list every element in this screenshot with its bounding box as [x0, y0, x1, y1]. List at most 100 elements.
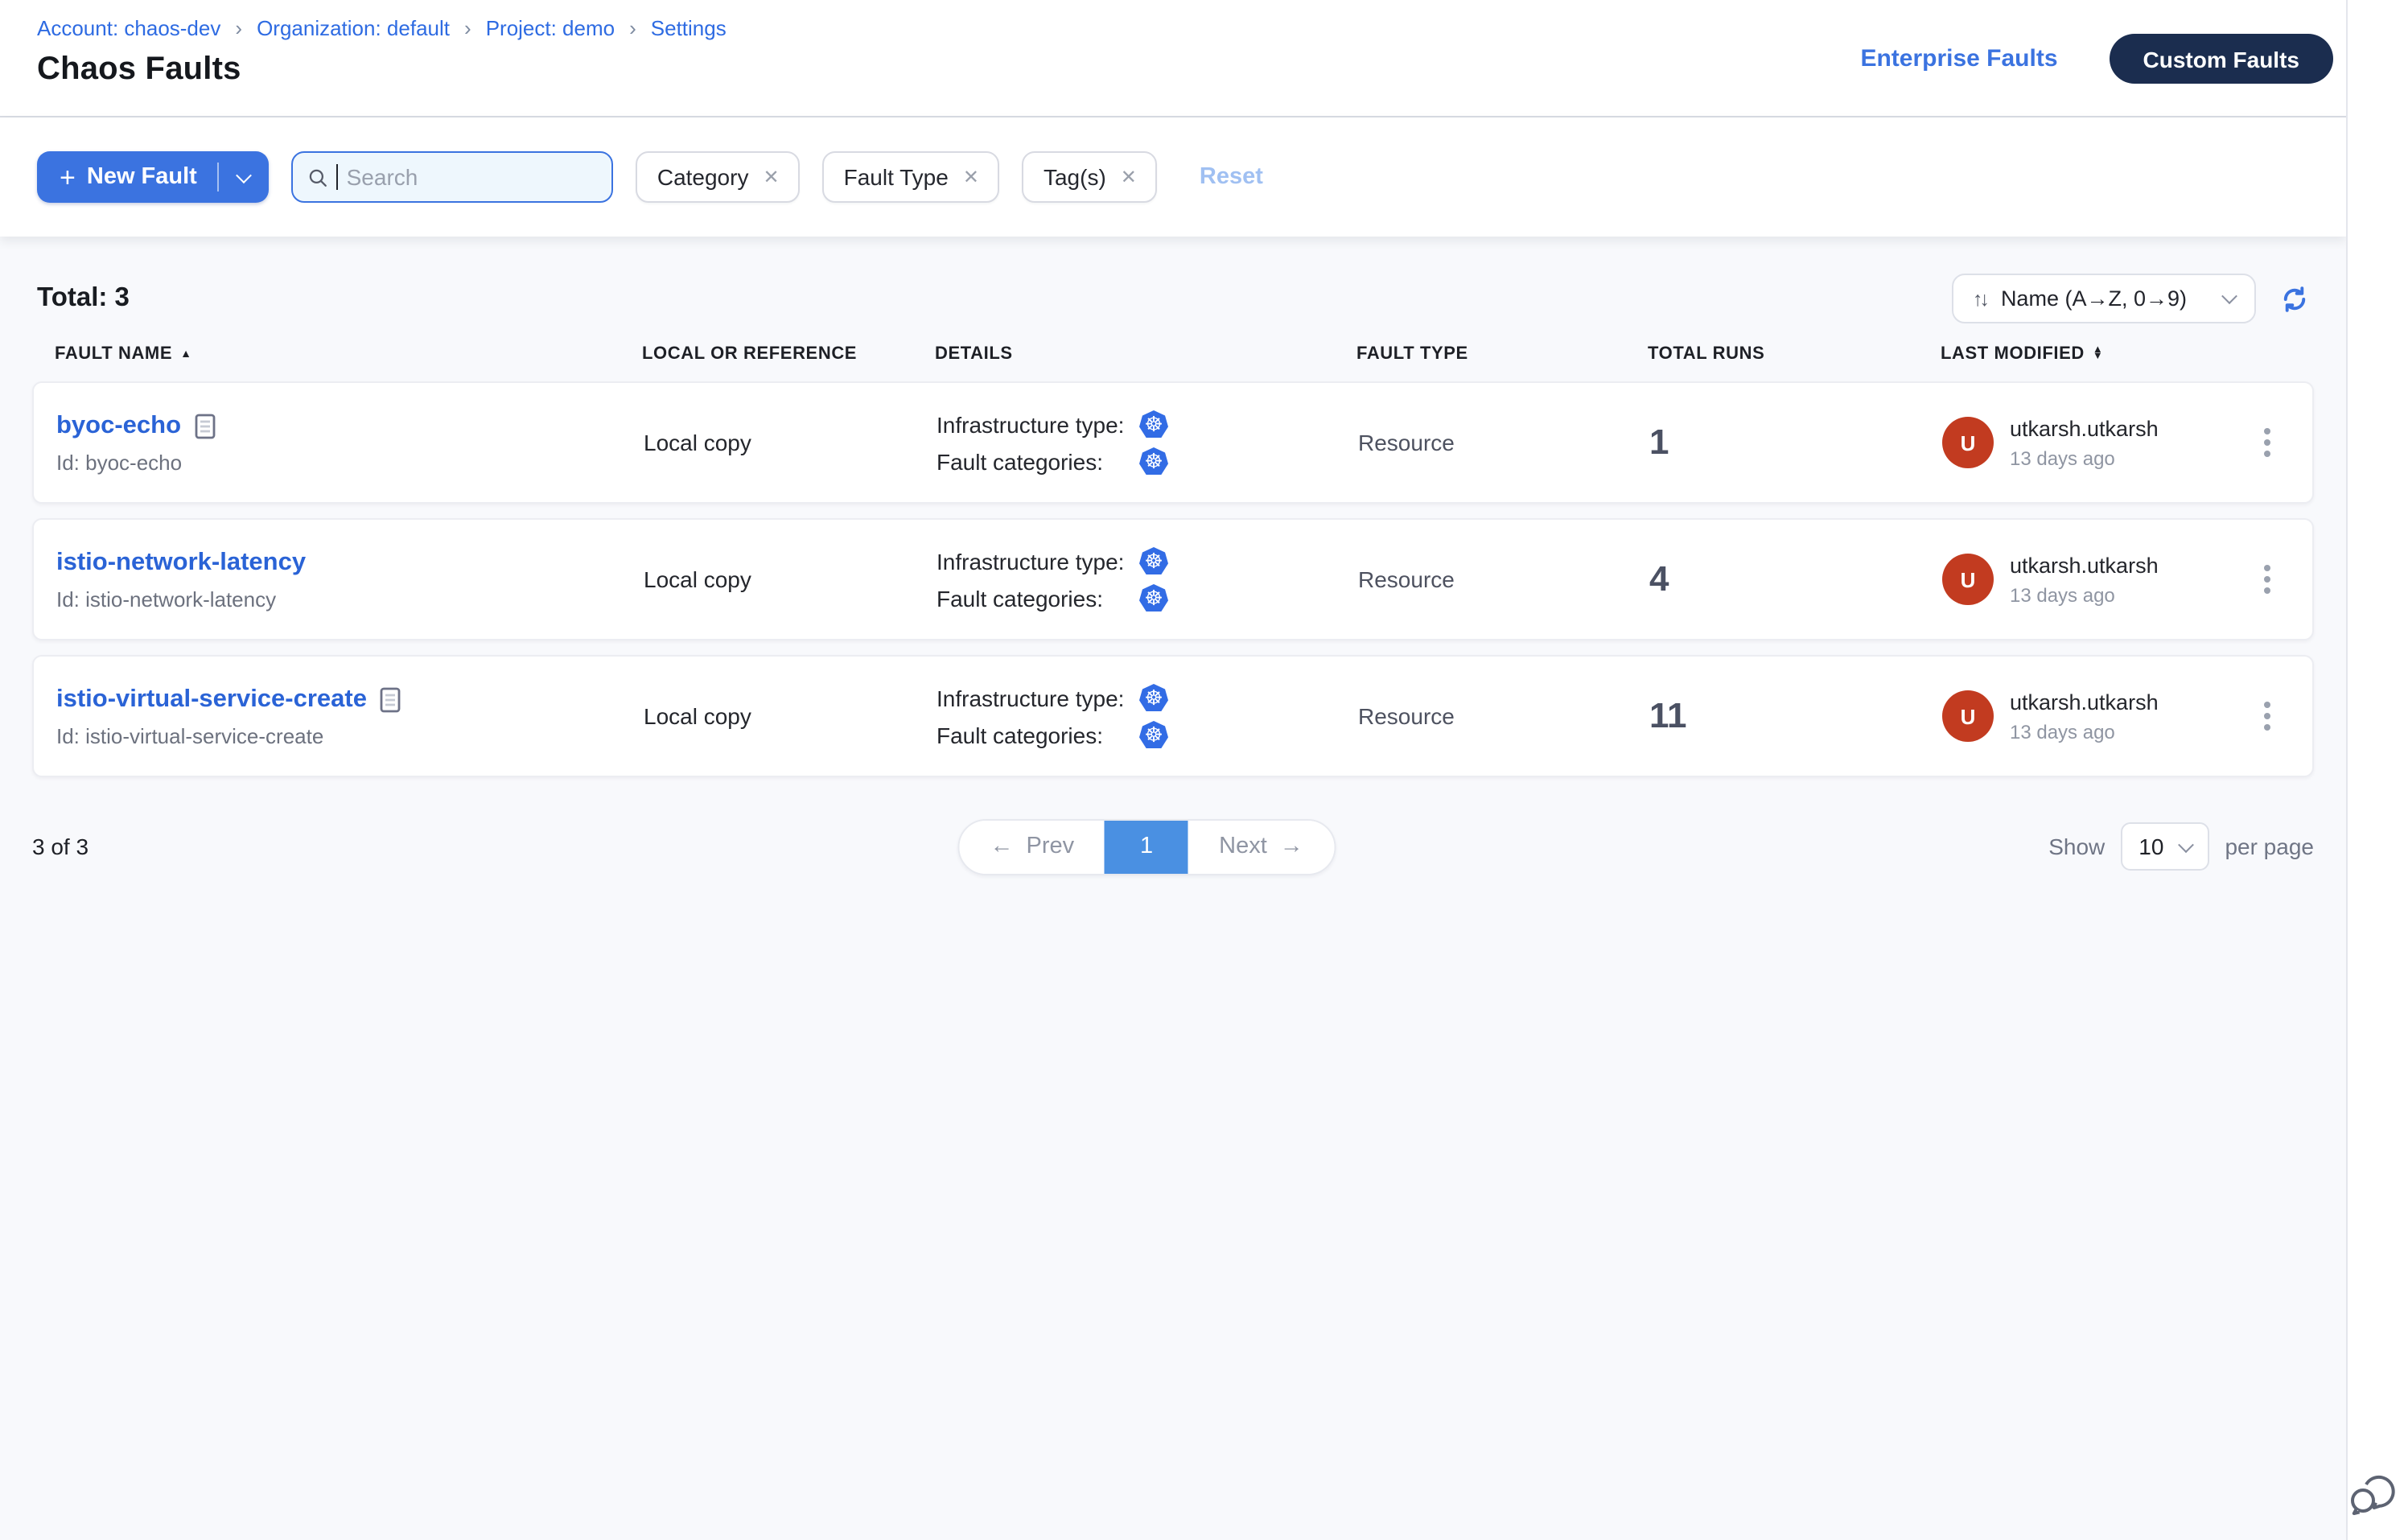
infrastructure-type-label: Infrastructure type:	[936, 685, 1139, 710]
kubernetes-icon: ☸	[1139, 410, 1168, 438]
reset-filters-button[interactable]: Reset	[1200, 164, 1263, 190]
new-fault-label: New Fault	[87, 164, 197, 190]
fault-name-link[interactable]: byoc-echo	[56, 411, 181, 440]
filter-chip-tags[interactable]: Tag(s) ✕	[1023, 151, 1158, 203]
page-header: Account: chaos-dev › Organization: defau…	[0, 0, 2346, 116]
manifest-icon[interactable]	[194, 413, 215, 439]
modified-when: 13 days ago	[2010, 720, 2159, 743]
search-input[interactable]	[347, 164, 598, 190]
current-page-button[interactable]: 1	[1105, 820, 1188, 873]
table-header-row: FAULT NAME ▲ LOCAL OR REFERENCE DETAILS …	[32, 344, 2314, 364]
row-menu-button[interactable]	[2245, 684, 2290, 748]
show-label: Show	[2048, 834, 2105, 859]
avatar: U	[1942, 690, 1994, 742]
last-modified-cell: U utkarsh.utkarsh 13 days ago	[1942, 416, 2245, 469]
column-header-total-runs: TOTAL RUNS	[1648, 344, 1941, 364]
kubernetes-icon: ☸	[1139, 721, 1168, 748]
page-size-value: 10	[2138, 834, 2163, 859]
fault-categories-label: Fault categories:	[936, 585, 1139, 611]
kubernetes-icon: ☸	[1139, 547, 1168, 574]
fault-name-link[interactable]: istio-virtual-service-create	[56, 685, 367, 714]
total-runs-value: 11	[1649, 695, 1942, 737]
range-label: 3 of 3	[32, 834, 89, 859]
table-row[interactable]: istio-virtual-service-create Id: istio-v…	[32, 655, 2314, 777]
arrow-left-icon: ←	[990, 834, 1013, 859]
search-box	[292, 151, 614, 203]
breadcrumb-settings[interactable]: Settings	[651, 16, 727, 40]
close-icon[interactable]: ✕	[963, 166, 979, 188]
chaos-faults-page: Account: chaos-dev › Organization: defau…	[0, 0, 2404, 1540]
close-icon[interactable]: ✕	[1121, 166, 1137, 188]
column-label: LOCAL OR REFERENCE	[642, 344, 857, 364]
next-label: Next	[1219, 834, 1267, 859]
last-modified-cell: U utkarsh.utkarsh 13 days ago	[1942, 553, 2245, 606]
modified-when: 13 days ago	[2010, 583, 2159, 606]
search-icon	[308, 165, 329, 189]
last-modified-cell: U utkarsh.utkarsh 13 days ago	[1942, 690, 2245, 743]
chat-help-icon[interactable]	[2346, 1464, 2401, 1527]
total-runs-value: 4	[1649, 558, 1942, 600]
custom-faults-button[interactable]: Custom Faults	[2110, 34, 2333, 84]
sort-dropdown[interactable]: ↑↓ Name (A→Z, 0→9)	[1952, 274, 2256, 323]
fault-categories-label: Fault categories:	[936, 448, 1139, 474]
new-fault-dropdown-button[interactable]	[220, 151, 270, 203]
infrastructure-type-label: Infrastructure type:	[936, 411, 1139, 437]
row-menu-button[interactable]	[2245, 547, 2290, 611]
new-fault-split-button: + New Fault	[37, 151, 270, 203]
modified-by: utkarsh.utkarsh	[2010, 416, 2159, 440]
column-header-last-modified[interactable]: LAST MODIFIED ▲▼	[1941, 344, 2243, 364]
scrollbar-gutter[interactable]	[2346, 0, 2404, 1540]
prev-page-button[interactable]: ← Prev	[959, 820, 1105, 873]
per-page-label: per page	[2225, 834, 2314, 859]
breadcrumb-separator: ›	[235, 16, 242, 40]
local-or-reference-value: Local copy	[644, 703, 936, 729]
kubernetes-icon: ☸	[1139, 584, 1168, 611]
fault-type-value: Resource	[1358, 703, 1649, 729]
sort-selected-value: Name (A→Z, 0→9)	[2001, 286, 2187, 311]
toolbar: + New Fault Category ✕	[0, 117, 2346, 237]
prev-label: Prev	[1026, 834, 1074, 859]
filter-chip-fault-type[interactable]: Fault Type ✕	[823, 151, 1000, 203]
fault-type-value: Resource	[1358, 566, 1649, 592]
total-count: Total: 3	[37, 283, 130, 314]
enterprise-faults-link[interactable]: Enterprise Faults	[1860, 45, 2057, 72]
sort-ascending-icon: ▲	[180, 348, 191, 360]
breadcrumb-organization[interactable]: Organization: default	[257, 16, 450, 40]
details-cell: Infrastructure type: ☸ Fault categories:…	[936, 684, 1358, 748]
total-runs-value: 1	[1649, 422, 1942, 463]
modified-when: 13 days ago	[2010, 447, 2159, 469]
infrastructure-type-label: Infrastructure type:	[936, 548, 1139, 574]
table-row[interactable]: byoc-echo Id: byoc-echo Local copy	[32, 381, 2314, 504]
kubernetes-icon: ☸	[1139, 447, 1168, 475]
table-row[interactable]: istio-network-latency Id: istio-network-…	[32, 518, 2314, 640]
filter-chip-label: Fault Type	[844, 164, 949, 190]
chevron-down-icon	[237, 167, 253, 183]
column-header-fault-name[interactable]: FAULT NAME ▲	[55, 344, 642, 364]
page-size-dropdown[interactable]: 10	[2121, 822, 2208, 871]
close-icon[interactable]: ✕	[763, 166, 779, 188]
local-or-reference-value: Local copy	[644, 430, 936, 455]
column-label: LAST MODIFIED	[1941, 344, 2085, 364]
list-header: Total: 3 ↑↓ Name (A→Z, 0→9)	[0, 237, 2346, 344]
new-fault-button[interactable]: + New Fault	[37, 151, 218, 203]
row-menu-button[interactable]	[2245, 410, 2290, 475]
sort-updown-icon: ↑↓	[1973, 287, 1986, 310]
breadcrumb-account[interactable]: Account: chaos-dev	[37, 16, 220, 40]
arrow-right-icon: →	[1280, 834, 1303, 859]
plus-icon: +	[60, 163, 76, 191]
fault-name-link[interactable]: istio-network-latency	[56, 548, 306, 577]
filter-chip-label: Tag(s)	[1044, 164, 1106, 190]
next-page-button[interactable]: Next →	[1188, 820, 1334, 873]
manifest-icon[interactable]	[380, 686, 401, 712]
breadcrumb-separator: ›	[464, 16, 471, 40]
fault-categories-label: Fault categories:	[936, 722, 1139, 747]
filter-chip-category[interactable]: Category ✕	[636, 151, 801, 203]
refresh-button[interactable]	[2280, 284, 2309, 313]
page-size-control: Show 10 per page	[2048, 822, 2314, 871]
breadcrumb-project[interactable]: Project: demo	[486, 16, 615, 40]
avatar: U	[1942, 417, 1994, 468]
column-label: DETAILS	[935, 344, 1013, 364]
kubernetes-icon: ☸	[1139, 684, 1168, 711]
chevron-down-icon	[2178, 836, 2194, 852]
fault-type-value: Resource	[1358, 430, 1649, 455]
